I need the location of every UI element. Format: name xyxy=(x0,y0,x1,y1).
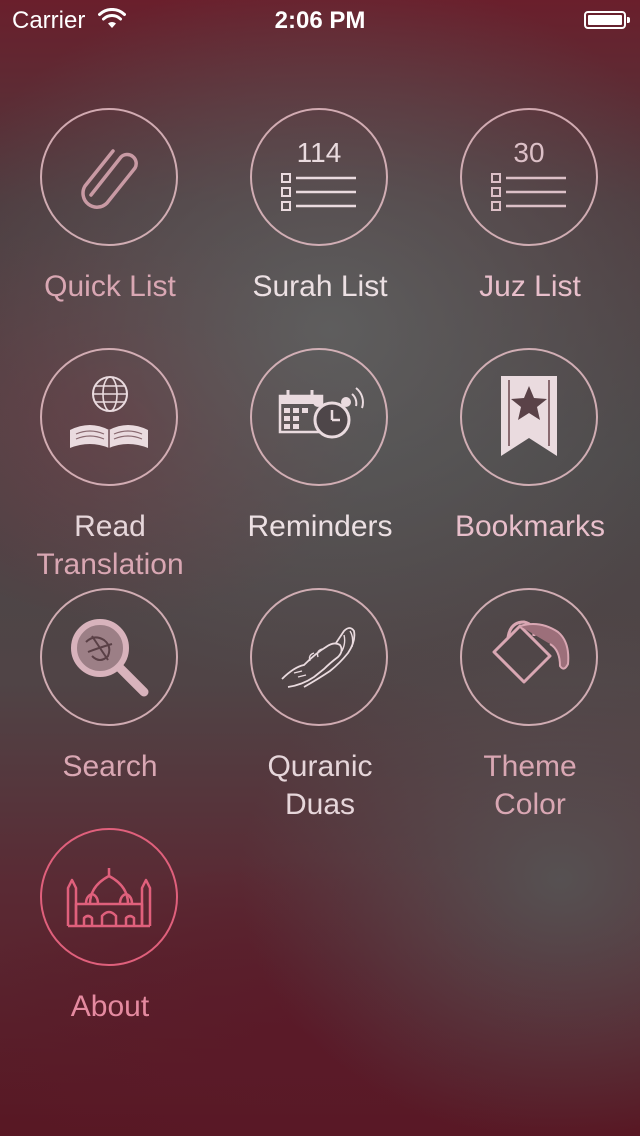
quranic-duas-label-line1: Quranic xyxy=(267,750,373,783)
reminders-circle xyxy=(250,348,388,486)
praying-hands-icon xyxy=(281,627,356,688)
status-bar: Carrier 2:06 PM xyxy=(0,0,640,40)
juz-list-button[interactable]: 30 Juz List xyxy=(425,108,635,328)
quranic-duas-label-line2: Duas xyxy=(284,788,356,821)
bookmarks-button[interactable]: Bookmarks xyxy=(425,348,635,568)
surah-list-button[interactable]: 114 Surah List xyxy=(215,108,425,328)
search-circle xyxy=(40,588,178,726)
list-icon: 30 xyxy=(491,137,566,211)
status-time: 2:06 PM xyxy=(274,7,366,34)
quick-list-button[interactable]: Quick List xyxy=(5,108,215,328)
juz-count: 30 xyxy=(513,137,544,168)
surah-list-label: Surah List xyxy=(252,270,388,303)
read-translation-label-line2: Translation xyxy=(36,548,184,581)
quick-list-circle xyxy=(40,108,178,246)
juz-list-label: Juz List xyxy=(479,270,581,303)
paint-bucket-icon xyxy=(492,620,570,684)
read-translation-circle xyxy=(40,348,178,486)
battery-icon xyxy=(584,11,630,29)
reminders-label: Reminders xyxy=(247,510,393,543)
bookmarks-circle xyxy=(460,348,598,486)
list-icon: 114 xyxy=(281,137,356,211)
read-translation-label-line1: Read xyxy=(74,510,146,543)
juz-list-circle: 30 xyxy=(460,108,598,246)
about-button[interactable]: About xyxy=(5,828,215,1048)
mosque-icon xyxy=(66,868,152,928)
bookmarks-label: Bookmarks xyxy=(454,510,606,543)
theme-color-label-line2: Color xyxy=(494,788,566,821)
reminders-button[interactable]: Reminders xyxy=(215,348,425,568)
search-label: Search xyxy=(62,750,158,783)
bookmark-star-icon xyxy=(501,376,557,456)
book-globe-icon xyxy=(70,376,148,448)
theme-color-circle xyxy=(460,588,598,726)
about-circle xyxy=(40,828,178,966)
paperclip-icon xyxy=(81,149,138,209)
quick-list-label: Quick List xyxy=(44,270,176,303)
about-label: About xyxy=(70,990,150,1023)
theme-color-button[interactable]: Theme Color xyxy=(425,588,635,821)
theme-color-label-line1: Theme xyxy=(483,750,577,783)
read-translation-button[interactable]: Read Translation xyxy=(5,348,215,581)
surah-list-circle: 114 xyxy=(250,108,388,246)
search-quran-icon xyxy=(71,619,149,697)
quranic-duas-circle xyxy=(250,588,388,726)
surah-count: 114 xyxy=(297,137,342,168)
search-button[interactable]: Search xyxy=(5,588,215,808)
calendar-alarm-icon xyxy=(278,387,364,439)
quranic-duas-button[interactable]: Quranic Duas xyxy=(215,588,425,821)
